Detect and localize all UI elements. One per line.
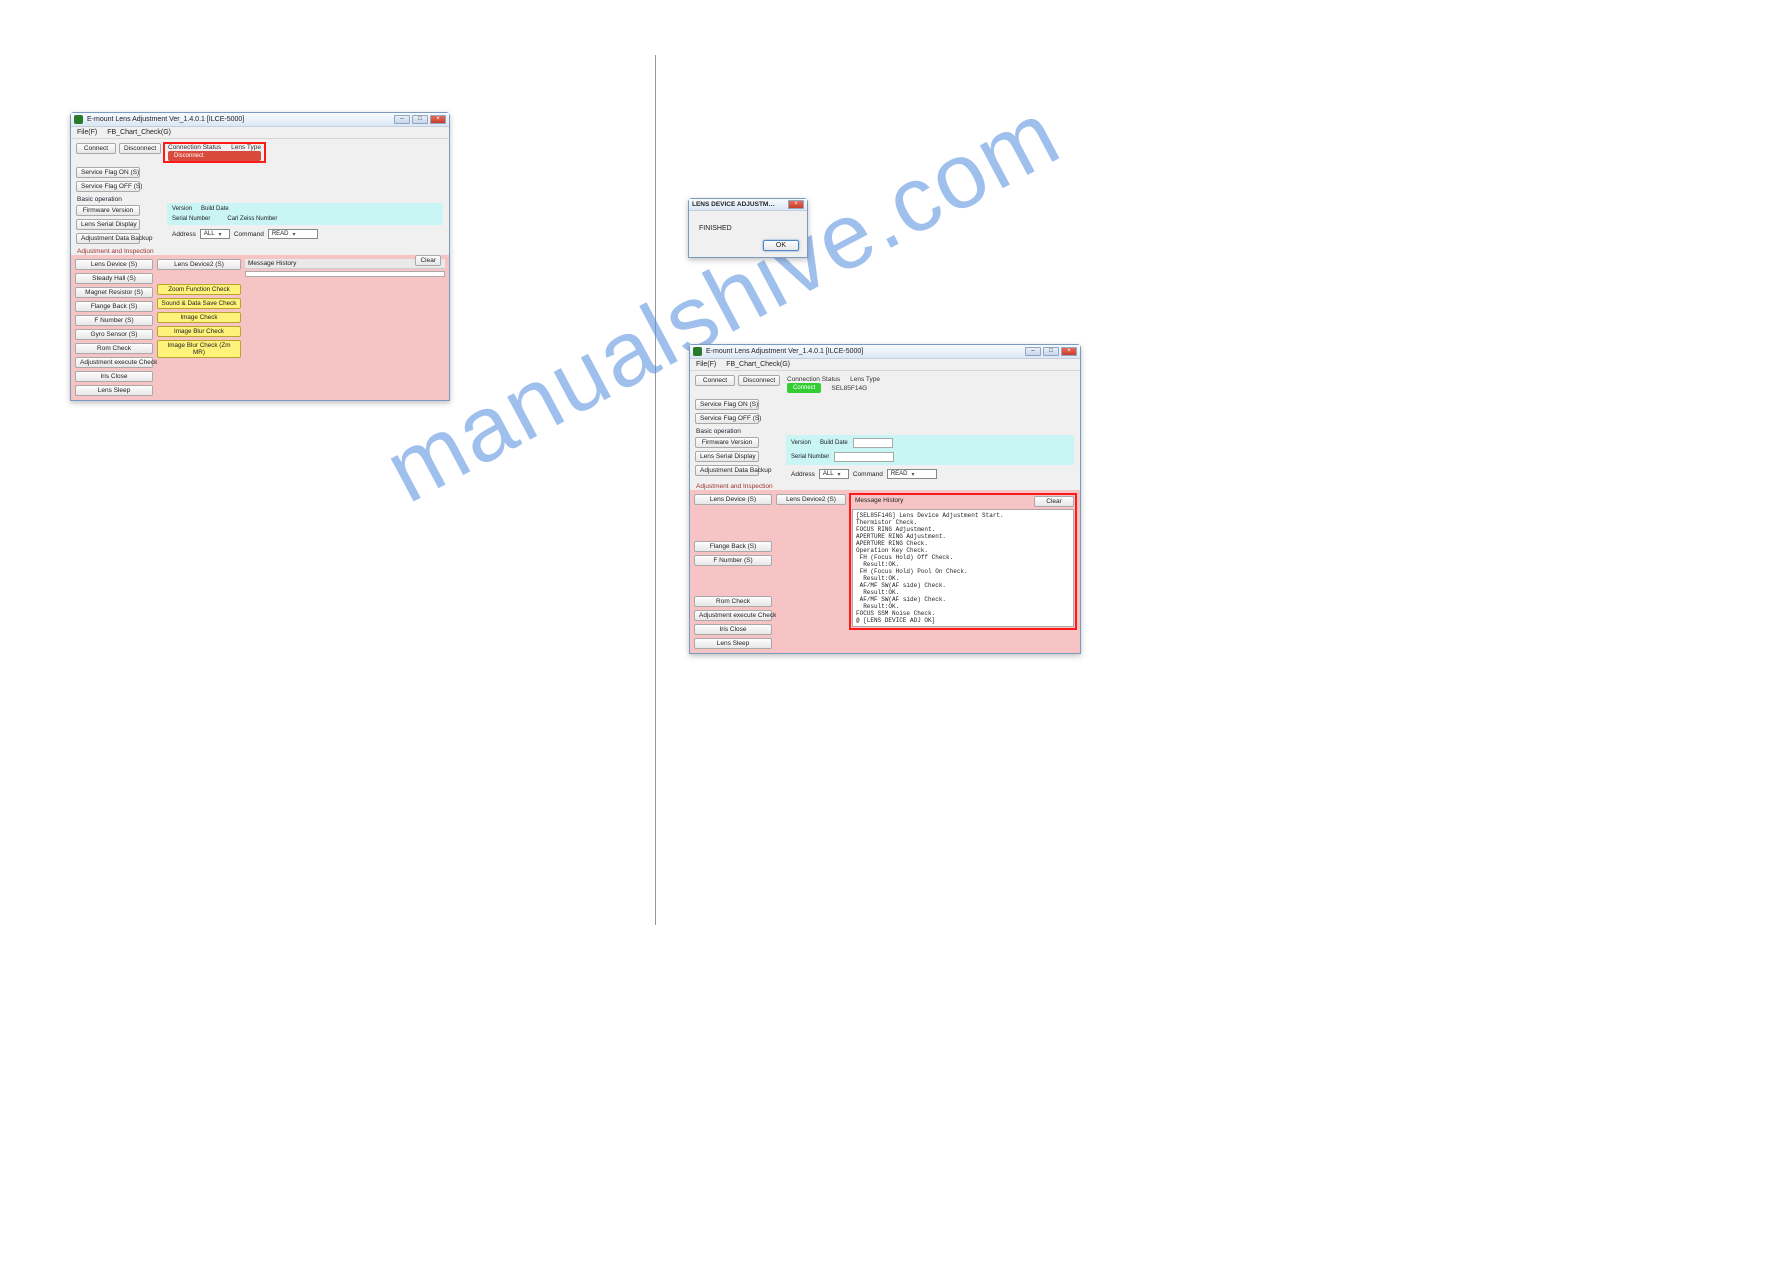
service-flag-on-button[interactable]: Service Flag ON (S) [76, 167, 140, 178]
page-divider [655, 55, 656, 925]
image-check-button[interactable]: Image Check [157, 312, 241, 323]
serial-field [834, 452, 894, 462]
command-label: Command [234, 231, 264, 238]
minimize-button[interactable]: – [394, 115, 410, 124]
address-select[interactable]: ALL [200, 229, 230, 239]
clear-button[interactable]: Clear [1034, 496, 1074, 507]
dialog-title: LENS DEVICE ADJUSTM… [692, 201, 784, 208]
adjustment-backup-button[interactable]: Adjustment Data Backup [695, 465, 759, 476]
version-label: Version [791, 440, 811, 446]
connect-button[interactable]: Connect [76, 143, 116, 154]
titlebar: E-mount Lens Adjustment Ver_1.4.0.1 [ILC… [690, 345, 1080, 359]
disconnect-button[interactable]: Disconnect [119, 143, 161, 154]
lens-device-button[interactable]: Lens Device (S) [75, 259, 153, 270]
conn-status-value: Connect [787, 383, 821, 393]
adjustment-backup-button[interactable]: Adjustment Data Backup [76, 233, 140, 244]
lens-device-button[interactable]: Lens Device (S) [694, 494, 772, 505]
command-select[interactable]: READ [268, 229, 318, 239]
app-window-1: E-mount Lens Adjustment Ver_1.4.0.1 [ILC… [70, 112, 450, 401]
serial-number-label: Serial Number [791, 454, 829, 460]
lens-type-value: SEL85F14G [831, 385, 867, 392]
titlebar: E-mount Lens Adjustment Ver_1.4.0.1 [ILC… [71, 113, 449, 127]
ok-button[interactable]: OK [763, 240, 799, 251]
message-history-label: Message History [852, 496, 1034, 505]
gyro-sensor-button[interactable]: Gyro Sensor (S) [75, 329, 153, 340]
dialog-close-button[interactable]: × [788, 200, 804, 209]
address-select[interactable]: ALL [819, 469, 849, 479]
lens-sleep-button[interactable]: Lens Sleep [694, 638, 772, 649]
finish-dialog: LENS DEVICE ADJUSTM… × FINISHED OK [688, 198, 808, 258]
basic-op-label: Basic operation [690, 426, 1080, 435]
basic-op-label: Basic operation [71, 194, 449, 203]
maximize-button[interactable]: □ [1043, 347, 1059, 356]
menubar: File(F) FB_Chart_Check(G) [690, 359, 1080, 371]
magnet-resistor-button[interactable]: Magnet Resistor (S) [75, 287, 153, 298]
rom-check-button[interactable]: Rom Check [694, 596, 772, 607]
iris-close-button[interactable]: Iris Close [694, 624, 772, 635]
zoom-function-check-button[interactable]: Zoom Function Check [157, 284, 241, 295]
version-field [853, 438, 893, 448]
conn-status-label: Connection Status [787, 376, 840, 383]
adj-exec-check-button[interactable]: Adjustment execute Check [694, 610, 772, 621]
address-label: Address [791, 471, 815, 478]
adj-insp-label: Adjustment and Inspection [690, 481, 1080, 490]
disconnect-button[interactable]: Disconnect [738, 375, 780, 386]
image-blur-check-button[interactable]: Image Blur Check [157, 326, 241, 337]
close-button[interactable]: × [1061, 347, 1077, 356]
command-label: Command [853, 471, 883, 478]
clear-button[interactable]: Clear [415, 255, 441, 266]
build-date-label: Build Date [820, 440, 848, 446]
app-icon [74, 115, 83, 124]
iris-close-button[interactable]: Iris Close [75, 371, 153, 382]
service-flag-off-button[interactable]: Service Flag OFF (S) [695, 413, 759, 424]
adj-insp-label: Adjustment and Inspection [71, 246, 449, 255]
flange-back-button[interactable]: Flange Back (S) [694, 541, 772, 552]
maximize-button[interactable]: □ [412, 115, 428, 124]
app-window-2: E-mount Lens Adjustment Ver_1.4.0.1 [ILC… [689, 344, 1081, 654]
message-history-box [245, 271, 445, 277]
version-label: Version [172, 206, 192, 212]
lens-serial-display-button[interactable]: Lens Serial Display [695, 451, 759, 462]
f-number-button[interactable]: F Number (S) [75, 315, 153, 326]
firmware-version-button[interactable]: Firmware Version [695, 437, 759, 448]
f-number-button[interactable]: F Number (S) [694, 555, 772, 566]
close-button[interactable]: × [430, 115, 446, 124]
serial-number-label: Serial Number [172, 216, 210, 222]
steady-hall-button[interactable]: Steady Hall (S) [75, 273, 153, 284]
conn-status-value: Disconnect [168, 151, 261, 161]
message-history-box: [SEL85F14G] Lens Device Adjustment Start… [852, 509, 1074, 627]
lens-type-label: Lens Type [850, 376, 880, 383]
window-title: E-mount Lens Adjustment Ver_1.4.0.1 [ILC… [87, 116, 390, 123]
image-blur-check-zm-button[interactable]: Image Blur Check (Zm MR) [157, 340, 241, 358]
lens-type-label: Lens Type [231, 144, 261, 151]
menu-chart[interactable]: FB_Chart_Check(G) [726, 361, 790, 368]
adj-exec-check-button[interactable]: Adjustment execute Check [75, 357, 153, 368]
dialog-body-text: FINISHED [699, 225, 732, 232]
build-date-label: Build Date [201, 206, 229, 212]
lens-device2-button[interactable]: Lens Device2 (S) [157, 259, 241, 270]
connect-button[interactable]: Connect [695, 375, 735, 386]
rom-check-button[interactable]: Rom Check [75, 343, 153, 354]
command-select[interactable]: READ [887, 469, 937, 479]
conn-status-label: Connection Status [168, 144, 221, 151]
zeiss-number-label: Carl Zeiss Number [227, 216, 277, 222]
address-label: Address [172, 231, 196, 238]
menu-chart[interactable]: FB_Chart_Check(G) [107, 129, 171, 136]
app-icon [693, 347, 702, 356]
service-flag-on-button[interactable]: Service Flag ON (S) [695, 399, 759, 410]
service-flag-off-button[interactable]: Service Flag OFF (S) [76, 181, 140, 192]
menu-file[interactable]: File(F) [696, 361, 716, 368]
lens-device2-button[interactable]: Lens Device2 (S) [776, 494, 846, 505]
minimize-button[interactable]: – [1025, 347, 1041, 356]
menu-file[interactable]: File(F) [77, 129, 97, 136]
window-title: E-mount Lens Adjustment Ver_1.4.0.1 [ILC… [706, 348, 1021, 355]
lens-serial-display-button[interactable]: Lens Serial Display [76, 219, 140, 230]
flange-back-button[interactable]: Flange Back (S) [75, 301, 153, 312]
menubar: File(F) FB_Chart_Check(G) [71, 127, 449, 139]
sound-data-save-check-button[interactable]: Sound & Data Save Check [157, 298, 241, 309]
firmware-version-button[interactable]: Firmware Version [76, 205, 140, 216]
lens-sleep-button[interactable]: Lens Sleep [75, 385, 153, 396]
